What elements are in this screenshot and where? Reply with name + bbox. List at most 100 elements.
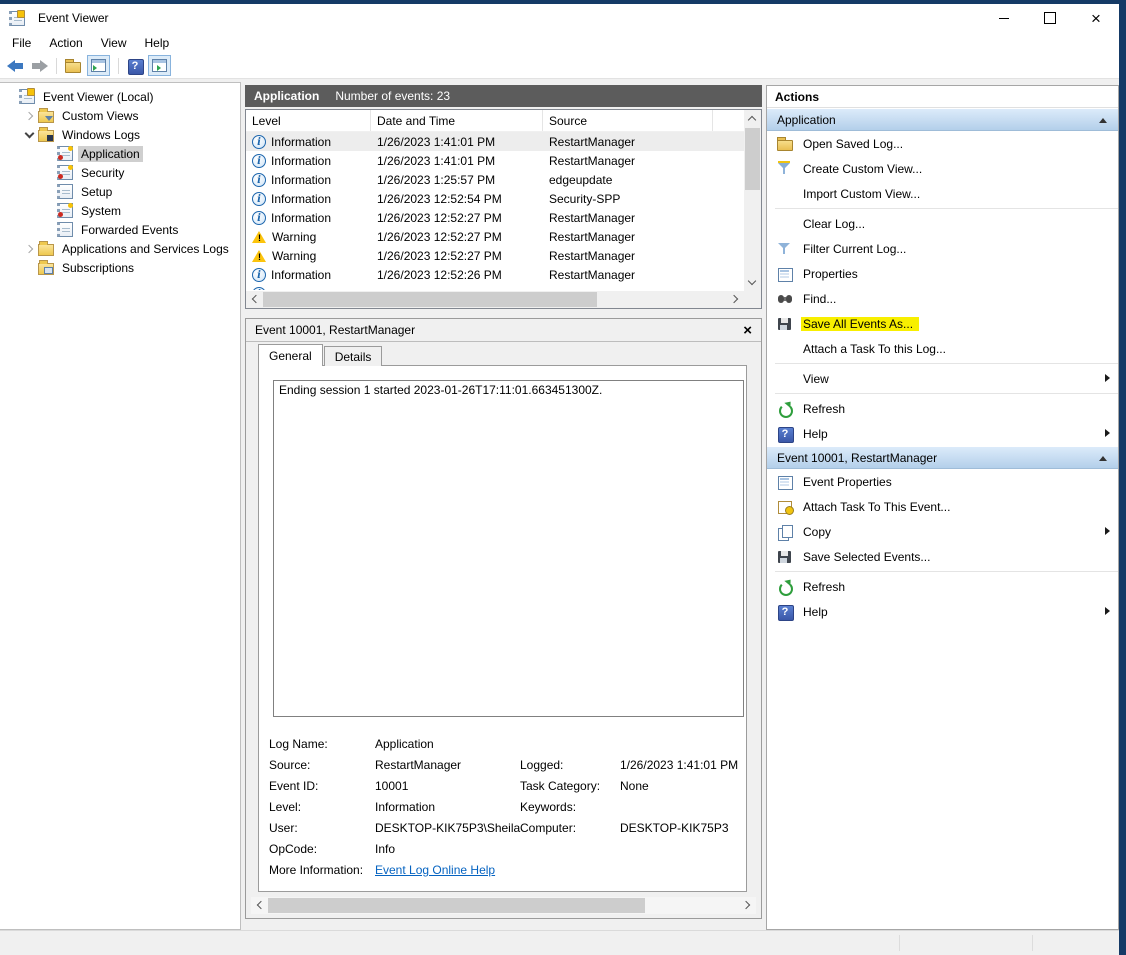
event-row[interactable]: Information1/26/2023 12:52:26 PMRestartM… bbox=[246, 265, 744, 284]
vertical-scroll-thumb[interactable] bbox=[745, 128, 760, 190]
event-viewer-window: Event Viewer × FileActionViewHelp Event … bbox=[0, 4, 1119, 955]
event-row[interactable]: Warning1/26/2023 12:52:27 PMRestartManag… bbox=[246, 227, 744, 246]
expander-collapsed-icon[interactable] bbox=[24, 243, 35, 254]
action-find[interactable]: Find... bbox=[767, 286, 1118, 311]
action-properties[interactable]: Properties bbox=[767, 261, 1118, 286]
scroll-left-icon[interactable] bbox=[246, 291, 263, 308]
menu-file[interactable]: File bbox=[3, 34, 40, 52]
windows-logs-folder-icon bbox=[38, 130, 54, 142]
event-row[interactable]: Information1/26/2023 1:41:01 PMRestartMa… bbox=[246, 132, 744, 151]
datetime-cell: 1/26/2023 12:52:54 PM bbox=[371, 192, 543, 206]
horizontal-scrollbar[interactable] bbox=[246, 291, 744, 308]
event-message-box[interactable]: Ending session 1 started 2023-01-26T17:1… bbox=[273, 380, 744, 717]
action-refresh[interactable]: Refresh bbox=[767, 396, 1118, 421]
actions-section-header-event-10001-restartmanager[interactable]: Event 10001, RestartManager bbox=[767, 446, 1118, 469]
vertical-scrollbar[interactable] bbox=[744, 110, 761, 291]
menu-action[interactable]: Action bbox=[40, 34, 91, 52]
preview-scroll-right-icon[interactable] bbox=[739, 897, 756, 914]
action-import-custom-view[interactable]: Import Custom View... bbox=[767, 181, 1118, 206]
tree-item-setup[interactable]: Setup bbox=[0, 182, 240, 201]
tab-details[interactable]: Details bbox=[324, 346, 383, 366]
preview-scroll-track[interactable] bbox=[268, 897, 739, 914]
information-icon bbox=[252, 192, 266, 206]
field-row: User:DESKTOP-KIK75P3\SheilaComputer:DESK… bbox=[259, 821, 746, 842]
actions-divider bbox=[775, 571, 1118, 572]
horizontal-scroll-track[interactable] bbox=[263, 291, 727, 308]
scroll-down-icon[interactable] bbox=[744, 274, 761, 291]
forward-icon[interactable] bbox=[30, 59, 48, 73]
column-header-date-and-time[interactable]: Date and Time bbox=[371, 110, 543, 131]
close-button[interactable]: × bbox=[1073, 4, 1119, 32]
tree-item-event-viewer-local[interactable]: Event Viewer (Local) bbox=[0, 87, 240, 106]
help-icon[interactable] bbox=[127, 58, 143, 74]
level-cell: Information bbox=[246, 135, 371, 149]
action-save-selected-events[interactable]: Save Selected Events... bbox=[767, 544, 1118, 569]
expander-collapsed-icon[interactable] bbox=[24, 110, 35, 121]
level-label: Information bbox=[271, 211, 331, 225]
preview-scroll-thumb[interactable] bbox=[268, 898, 645, 913]
action-event-properties[interactable]: Event Properties bbox=[767, 469, 1118, 494]
action-attach-a-task-to-this-log[interactable]: Attach a Task To this Log... bbox=[767, 336, 1118, 361]
event-row[interactable]: Warning1/26/2023 12:52:27 PMRestartManag… bbox=[246, 246, 744, 265]
menu-help[interactable]: Help bbox=[136, 34, 179, 52]
expander-expanded-icon[interactable] bbox=[24, 129, 35, 140]
tree-item-system[interactable]: System bbox=[0, 201, 240, 220]
event-row[interactable]: Information1/26/2023 12:52:54 PMSecurity… bbox=[246, 189, 744, 208]
field-label: User: bbox=[269, 821, 298, 835]
tab-general[interactable]: General bbox=[258, 344, 323, 366]
back-icon[interactable] bbox=[7, 59, 25, 73]
event-row[interactable]: Information1/26/2023 1:25:57 PMedgeupdat… bbox=[246, 170, 744, 189]
open-saved-log-icon[interactable] bbox=[65, 58, 82, 74]
scroll-up-icon[interactable] bbox=[744, 110, 761, 127]
field-label-right: Task Category: bbox=[520, 779, 600, 793]
event-viewer-root-icon bbox=[19, 89, 35, 104]
action-copy[interactable]: Copy bbox=[767, 519, 1118, 544]
event-row[interactable]: Information1/26/2023 1:41:01 PMRestartMa… bbox=[246, 151, 744, 170]
column-header-level[interactable]: Level bbox=[246, 110, 371, 131]
show-console-tree-icon[interactable] bbox=[87, 55, 110, 76]
source-cell: RestartManager bbox=[543, 268, 713, 282]
action-attach-task-to-this-event[interactable]: Attach Task To This Event... bbox=[767, 494, 1118, 519]
tree-item-application[interactable]: Application bbox=[0, 144, 240, 163]
action-open-saved-log[interactable]: Open Saved Log... bbox=[767, 131, 1118, 156]
event-count: Number of events: 23 bbox=[335, 89, 450, 103]
tree-item-subscriptions[interactable]: Subscriptions bbox=[0, 258, 240, 277]
field-value-link[interactable]: Event Log Online Help bbox=[375, 863, 495, 877]
status-bar bbox=[0, 930, 1119, 955]
event-row[interactable]: Information1/26/2023 12:52:27 PMRestartM… bbox=[246, 208, 744, 227]
action-create-custom-view[interactable]: Create Custom View... bbox=[767, 156, 1118, 181]
column-header-source[interactable]: Source bbox=[543, 110, 713, 131]
tree-item-forwarded-events[interactable]: Forwarded Events bbox=[0, 220, 240, 239]
action-help[interactable]: Help bbox=[767, 421, 1118, 446]
action-refresh[interactable]: Refresh bbox=[767, 574, 1118, 599]
action-label: Find... bbox=[803, 292, 836, 306]
show-action-pane-icon[interactable] bbox=[148, 55, 171, 76]
action-help[interactable]: Help bbox=[767, 599, 1118, 624]
minimize-button[interactable] bbox=[981, 4, 1027, 32]
action-filter-current-log[interactable]: Filter Current Log... bbox=[767, 236, 1118, 261]
close-preview-icon[interactable]: × bbox=[743, 323, 752, 338]
event-row[interactable] bbox=[246, 284, 744, 290]
field-label-right: Computer: bbox=[520, 821, 576, 835]
collapse-icon[interactable] bbox=[1099, 118, 1107, 123]
datetime-cell: 1/26/2023 12:52:27 PM bbox=[371, 249, 543, 263]
action-save-all-events-as[interactable]: Save All Events As... bbox=[767, 311, 1118, 336]
tree-item-applications-and-services-logs[interactable]: Applications and Services Logs bbox=[0, 239, 240, 258]
tree-item-security[interactable]: Security bbox=[0, 163, 240, 182]
preview-horizontal-scrollbar[interactable] bbox=[251, 897, 756, 914]
preview-scroll-left-icon[interactable] bbox=[251, 897, 268, 914]
tree-item-custom-views[interactable]: Custom Views bbox=[0, 106, 240, 125]
tree-item-windows-logs[interactable]: Windows Logs bbox=[0, 125, 240, 144]
maximize-button[interactable] bbox=[1027, 4, 1073, 32]
field-value: Information bbox=[375, 800, 435, 814]
actions-pane: Actions ApplicationOpen Saved Log...Crea… bbox=[766, 85, 1119, 930]
level-label: Information bbox=[271, 268, 331, 282]
scroll-right-icon[interactable] bbox=[727, 291, 744, 308]
source-cell: Security-SPP bbox=[543, 192, 713, 206]
collapse-icon[interactable] bbox=[1099, 456, 1107, 461]
horizontal-scroll-thumb[interactable] bbox=[263, 292, 597, 307]
actions-section-header-application[interactable]: Application bbox=[767, 108, 1118, 131]
action-view[interactable]: View bbox=[767, 366, 1118, 391]
action-clear-log[interactable]: Clear Log... bbox=[767, 211, 1118, 236]
menu-view[interactable]: View bbox=[92, 34, 136, 52]
